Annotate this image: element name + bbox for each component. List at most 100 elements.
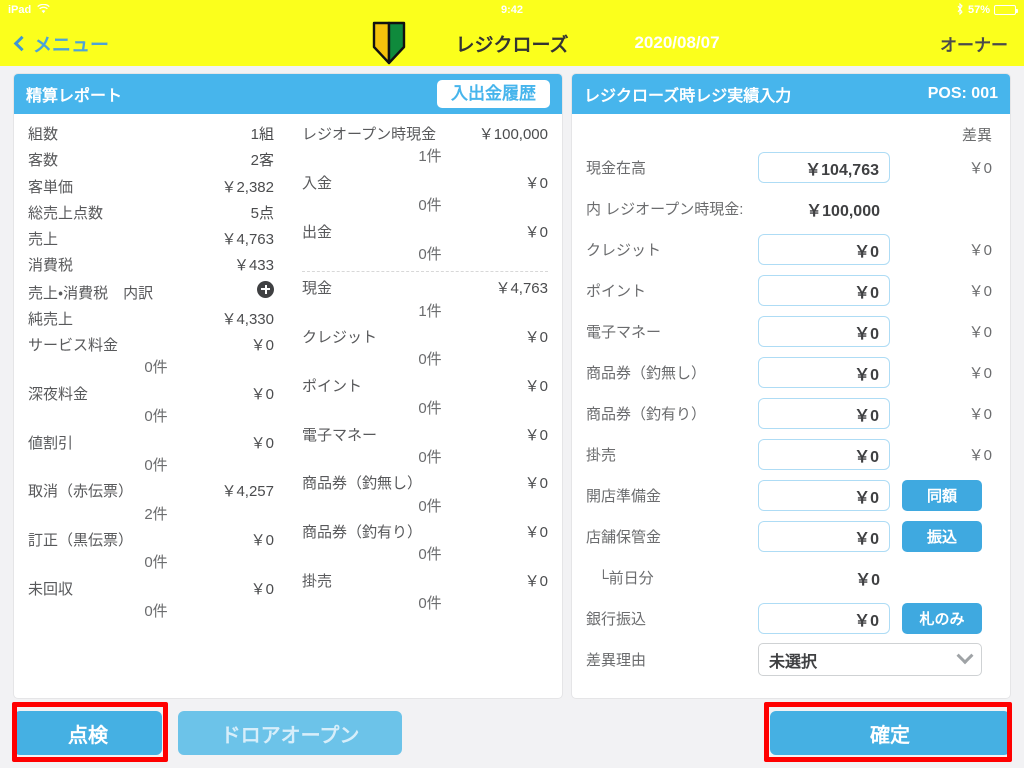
report-row-value: 5点: [250, 204, 274, 222]
wifi-icon: [37, 3, 50, 17]
bluetooth-icon: [956, 2, 964, 18]
report-row-value: ￥0: [524, 475, 548, 493]
difference-value: ￥0: [968, 365, 992, 382]
row-action-button[interactable]: 同額: [902, 480, 982, 511]
register-input-label: 差異理由: [586, 652, 647, 669]
amount-input-field[interactable]: ￥104,763: [758, 152, 890, 183]
report-row-label: 値割引: [28, 434, 74, 452]
report-row-value: ￥0: [250, 337, 274, 354]
back-to-menu-label: メニュー: [33, 34, 110, 56]
report-row: レジオープン時現金 ￥100,000 1件: [302, 120, 548, 169]
report-row: 入金 ￥0 0件: [302, 169, 548, 218]
register-input-rows: 現金在高 ￥104,763 ￥0 内 レジオープン時現金: ￥100,000 クレジット ￥…: [586, 147, 996, 680]
report-row-label: 入金: [302, 174, 333, 192]
main-content: 精算レポート 入出金履歴 組数 1組 客数 2客 客単価 ￥2,382 総売上点数 5点 売上 ￥…: [0, 66, 1024, 698]
report-row: クレジット ￥0 0件: [302, 323, 548, 372]
report-row-line: 値割引 ￥0: [28, 432, 274, 455]
report-row-label: ポイント: [302, 377, 363, 395]
report-row-line: 現金 ￥4,763: [302, 277, 548, 300]
pos-id-label: POS: 001: [927, 85, 998, 102]
report-row-line: 組数 1組: [28, 123, 274, 146]
drawer-open-button[interactable]: ドロアオープン: [178, 711, 402, 755]
report-row-value: ￥100,000: [478, 126, 548, 143]
row-action-button[interactable]: 札のみ: [902, 603, 982, 634]
report-row-value: ￥0: [524, 572, 548, 590]
battery-icon: [994, 5, 1018, 15]
register-input-row: 内 レジオープン時現金: ￥100,000: [586, 188, 996, 229]
amount-input-field[interactable]: ￥0: [758, 480, 890, 511]
amount-input-field[interactable]: ￥0: [758, 316, 890, 347]
difference-value: ￥0: [968, 447, 992, 464]
register-input-row: ポイント ￥0 ￥0: [586, 270, 996, 311]
report-row-label: 未回収: [28, 580, 74, 598]
report-row-value: ￥0: [524, 329, 548, 346]
report-row-count: 1件: [418, 148, 442, 166]
report-row-label: 掛売: [302, 572, 333, 590]
plus-circle-icon[interactable]: [257, 280, 274, 298]
report-row-count: 2件: [144, 505, 168, 523]
amount-input-field[interactable]: ￥0: [758, 603, 890, 634]
report-section-divider: [302, 271, 548, 273]
report-row-value: ￥2,382: [221, 178, 274, 196]
report-row-count: 0件: [144, 456, 168, 474]
difference-reason-select[interactable]: 未選択: [758, 643, 982, 676]
register-input-label: 銀行振込: [586, 611, 647, 628]
report-row-line: サービス料金 ￥0: [28, 334, 274, 357]
report-row-line: 総売上点数 5点: [28, 202, 274, 225]
difference-value: ￥0: [968, 406, 992, 423]
chevron-left-icon: [13, 35, 30, 51]
report-row-count: 0件: [418, 448, 442, 466]
report-row: 商品券（釣無し） ￥0 0件: [302, 469, 548, 518]
status-bar-left: iPad: [8, 3, 50, 17]
report-row-count: 1件: [418, 302, 442, 320]
report-row-line: 客数 2客: [28, 149, 274, 172]
amount-input-field[interactable]: ￥0: [758, 357, 890, 388]
report-row-line: クレジット ￥0: [302, 326, 548, 349]
report-row-line: 掛売 ￥0: [302, 570, 548, 593]
report-row-count: 0件: [144, 408, 168, 425]
report-row-count: 0件: [144, 359, 168, 377]
report-row: 取消（赤伝票） ￥4,257 2件: [28, 477, 274, 526]
report-row-line[interactable]: 売上・消費税 内訳: [28, 280, 274, 305]
register-input-body: 差異 現金在高 ￥104,763 ￥0 内 レジオープン時現金: ￥100,000 クレジ…: [572, 114, 1010, 698]
report-row-value: ￥0: [524, 377, 548, 395]
confirm-button[interactable]: 確定: [770, 711, 1010, 755]
row-action-button[interactable]: 振込: [902, 521, 982, 552]
report-row-label: レジオープン時現金: [302, 126, 437, 143]
register-input-panel: レジクローズ時レジ実績入力 POS: 001 差異 現金在高 ￥104,763 ￥0…: [572, 74, 1010, 698]
amount-input-field[interactable]: ￥0: [758, 398, 890, 429]
register-input-row: クレジット ￥0 ￥0: [586, 229, 996, 270]
report-row-label: 取消（赤伝票）: [28, 483, 134, 501]
report-left-column: 組数 1組 客数 2客 客単価 ￥2,382 総売上点数 5点 売上 ￥4,763 消費税 ￥433 売…: [14, 120, 288, 698]
inspect-button[interactable]: 点検: [14, 711, 162, 755]
report-row-label: 総売上点数: [28, 204, 104, 222]
report-row-label: 現金: [302, 280, 333, 298]
amount-input-field[interactable]: ￥0: [758, 439, 890, 470]
amount-input-field[interactable]: ￥0: [758, 234, 890, 265]
report-row: ポイント ￥0 0件: [302, 372, 548, 421]
report-row-label: サービス料金: [28, 337, 119, 354]
report-row: 掛売 ￥0 0件: [302, 567, 548, 616]
report-row-count: 0件: [418, 497, 442, 515]
report-row-line: 出金 ￥0: [302, 221, 548, 244]
report-row-count: 0件: [418, 197, 442, 214]
register-input-label: 内 レジオープン時現金:: [586, 201, 744, 218]
report-row-label: 電子マネー: [302, 426, 378, 444]
report-row-value: ￥0: [250, 434, 274, 452]
report-row-count: 0件: [418, 245, 442, 263]
amount-input-field[interactable]: ￥0: [758, 521, 890, 552]
report-row-line: ポイント ￥0: [302, 375, 548, 398]
page-title: レジクローズ: [455, 34, 569, 56]
report-row-line: 未回収 ￥0: [28, 578, 274, 601]
register-input-title: レジクローズ時レジ実績入力: [584, 88, 792, 105]
report-row: 電子マネー ￥0 0件: [302, 421, 548, 470]
report-row-line: 商品券（釣有り） ￥0: [302, 521, 548, 544]
back-to-menu-button[interactable]: メニュー: [13, 30, 110, 57]
report-row-value: ￥0: [524, 174, 548, 192]
amount-input-field[interactable]: ￥0: [758, 275, 890, 306]
report-row: 深夜料金 ￥0 0件: [28, 380, 274, 429]
report-row-value: ￥0: [250, 532, 274, 549]
report-row-label: 売上: [28, 231, 59, 248]
cash-history-button[interactable]: 入出金履歴: [437, 79, 550, 109]
report-row-count: 0件: [418, 351, 442, 369]
